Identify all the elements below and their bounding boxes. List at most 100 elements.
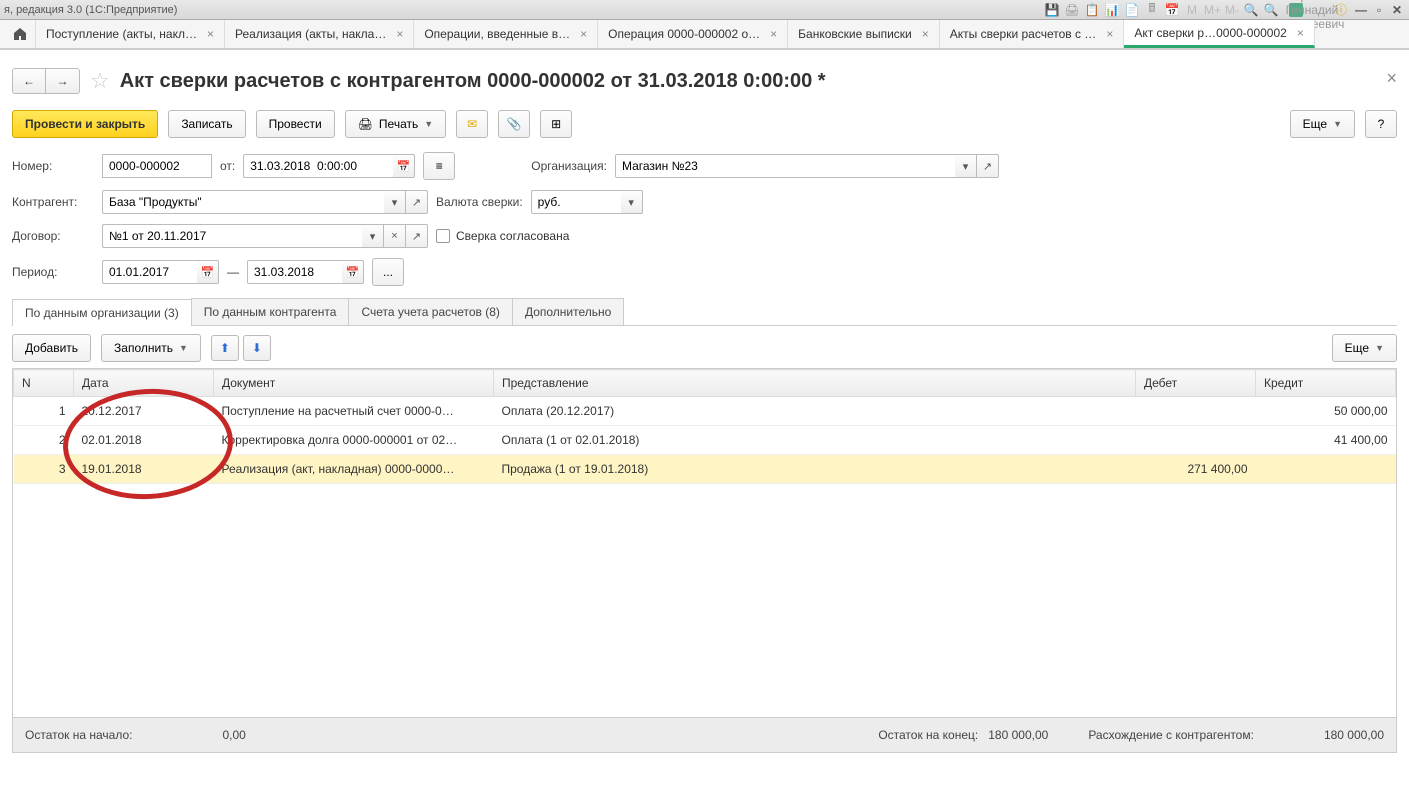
copy-icon[interactable]: 📋 (1084, 2, 1100, 18)
print-button[interactable]: 🖨 Печать ▼ (345, 110, 446, 138)
email-button[interactable]: ✉ (456, 110, 488, 138)
col-debit[interactable]: Дебет (1136, 370, 1256, 397)
clear-button[interactable]: × (384, 224, 406, 248)
table-row[interactable]: 2 02.01.2018 Корректировка долга 0000-00… (14, 426, 1396, 455)
tab-label: Банковские выписки (798, 27, 912, 41)
dropdown-button[interactable]: ▾ (621, 190, 643, 214)
contractor-field[interactable] (102, 190, 384, 214)
tab-close-icon[interactable]: × (207, 27, 214, 41)
period-from-field[interactable] (102, 260, 197, 284)
subtab-additional[interactable]: Дополнительно (512, 298, 624, 325)
help-button[interactable]: ? (1365, 110, 1397, 138)
tab-0[interactable]: Поступление (акты, накл…× (36, 20, 225, 48)
calendar-icon: 📅 (201, 266, 215, 279)
save-icon[interactable]: 💾 (1044, 2, 1060, 18)
tab-close-icon[interactable]: × (580, 27, 587, 41)
zoom-in-icon[interactable]: 🔍 (1243, 2, 1259, 18)
open-button[interactable]: ↗ (406, 224, 428, 248)
back-button[interactable]: ← (12, 68, 46, 94)
cell-n: 3 (14, 455, 74, 484)
home-tab[interactable] (4, 20, 36, 48)
calc-icon[interactable]: 🖩 (1144, 2, 1160, 18)
date-field[interactable] (243, 154, 393, 178)
titlebar-icons: 💾 🖨 📋 📊 📄 🖩 📅 M M+ M- 🔍 🔍 Абрамов Геннад… (1044, 2, 1405, 18)
nav-buttons: ← → (12, 68, 80, 94)
cell-doc: Поступление на расчетный счет 0000-0… (214, 397, 494, 426)
page-header: ← → ☆ Акт сверки расчетов с контрагентом… (12, 68, 1397, 94)
favorite-star-icon[interactable]: ☆ (90, 68, 110, 94)
calendar-button[interactable]: 📅 (197, 260, 219, 284)
calendar-icon[interactable]: 📅 (1164, 2, 1180, 18)
zoom-out-icon[interactable]: 🔍 (1263, 2, 1279, 18)
tab-4[interactable]: Банковские выписки × (788, 20, 940, 48)
post-and-close-button[interactable]: Провести и закрыть (12, 110, 158, 138)
open-button[interactable]: ↗ (406, 190, 428, 214)
save-button[interactable]: Записать (168, 110, 245, 138)
forward-button[interactable]: → (46, 68, 80, 94)
more-button[interactable]: Еще▼ (1290, 110, 1355, 138)
add-button[interactable]: Добавить (12, 334, 91, 362)
reconciled-checkbox-wrap[interactable]: Сверка согласована (436, 229, 569, 243)
move-down-button[interactable]: ⬇ (243, 335, 271, 361)
tab-3[interactable]: Операция 0000-000002 о…× (598, 20, 788, 48)
structure-button[interactable]: ⊞ (540, 110, 572, 138)
col-doc[interactable]: Документ (214, 370, 494, 397)
minimize-icon[interactable]: — (1353, 2, 1369, 18)
subtab-contractor-data[interactable]: По данным контрагента (191, 298, 350, 325)
move-up-button[interactable]: ⬆ (211, 335, 239, 361)
window-titlebar: я, редакция 3.0 (1С:Предприятие) 💾 🖨 📋 📊… (0, 0, 1409, 20)
currency-field[interactable] (531, 190, 621, 214)
info-icon[interactable]: ⓘ (1333, 2, 1349, 18)
organization-field[interactable] (615, 154, 955, 178)
tab-2[interactable]: Операции, введенные в…× (414, 20, 598, 48)
compare-icon[interactable]: 📊 (1104, 2, 1120, 18)
paperclip-icon: 📎 (507, 117, 522, 131)
page-close-icon[interactable]: × (1386, 68, 1397, 89)
cell-n: 1 (14, 397, 74, 426)
dropdown-button[interactable]: ▾ (362, 224, 384, 248)
data-table[interactable]: N Дата Документ Представление Дебет Кред… (13, 369, 1396, 484)
cell-doc: Корректировка долга 0000-000001 от 02… (214, 426, 494, 455)
table-row[interactable]: 3 19.01.2018 Реализация (акт, накладная)… (14, 455, 1396, 484)
arrow-up-icon: ⬆ (220, 341, 230, 355)
user-badge[interactable]: Абрамов Геннадий Сергеевич (1283, 2, 1329, 18)
period-to-field[interactable] (247, 260, 342, 284)
contract-field[interactable] (102, 224, 362, 248)
table-more-button[interactable]: Еще▼ (1332, 334, 1397, 362)
tab-close-icon[interactable]: × (396, 27, 403, 41)
number-field[interactable] (102, 154, 212, 178)
col-repr[interactable]: Представление (494, 370, 1136, 397)
tab-close-icon[interactable]: × (770, 27, 777, 41)
calendar-button[interactable]: 📅 (393, 154, 415, 178)
col-date[interactable]: Дата (74, 370, 214, 397)
subtab-accounts[interactable]: Счета учета расчетов (8) (348, 298, 512, 325)
period-more-button[interactable]: ... (372, 258, 404, 286)
doc-icon[interactable]: 📄 (1124, 2, 1140, 18)
tab-1[interactable]: Реализация (акты, накла…× (225, 20, 414, 48)
maximize-icon[interactable]: ▫ (1371, 2, 1387, 18)
org-label: Организация: (531, 159, 607, 173)
tab-close-icon[interactable]: × (1106, 27, 1113, 41)
tab-label: Акты сверки расчетов с … (950, 27, 1097, 41)
tab-6[interactable]: Акт сверки р…0000-000002× (1124, 20, 1315, 48)
m-btn[interactable]: M (1184, 2, 1200, 18)
mplus-btn[interactable]: M+ (1204, 2, 1221, 18)
close-icon[interactable]: ✕ (1389, 2, 1405, 18)
dropdown-button[interactable]: ▾ (955, 154, 977, 178)
tab-5[interactable]: Акты сверки расчетов с … × (940, 20, 1125, 48)
tab-close-icon[interactable]: × (1297, 26, 1304, 40)
calendar-button[interactable]: 📅 (342, 260, 364, 284)
dropdown-button[interactable]: ▾ (384, 190, 406, 214)
mminus-btn[interactable]: M- (1225, 2, 1239, 18)
post-button[interactable]: Провести (256, 110, 335, 138)
fill-button[interactable]: Заполнить▼ (101, 334, 201, 362)
print-icon[interactable]: 🖨 (1064, 2, 1080, 18)
col-n[interactable]: N (14, 370, 74, 397)
tab-close-icon[interactable]: × (922, 27, 929, 41)
date-extra-button[interactable]: ≡ (423, 152, 455, 180)
col-credit[interactable]: Кредит (1256, 370, 1396, 397)
table-row[interactable]: 1 20.12.2017 Поступление на расчетный сч… (14, 397, 1396, 426)
open-button[interactable]: ↗ (977, 154, 999, 178)
attach-button[interactable]: 📎 (498, 110, 530, 138)
subtab-org-data[interactable]: По данным организации (3) (12, 299, 192, 326)
